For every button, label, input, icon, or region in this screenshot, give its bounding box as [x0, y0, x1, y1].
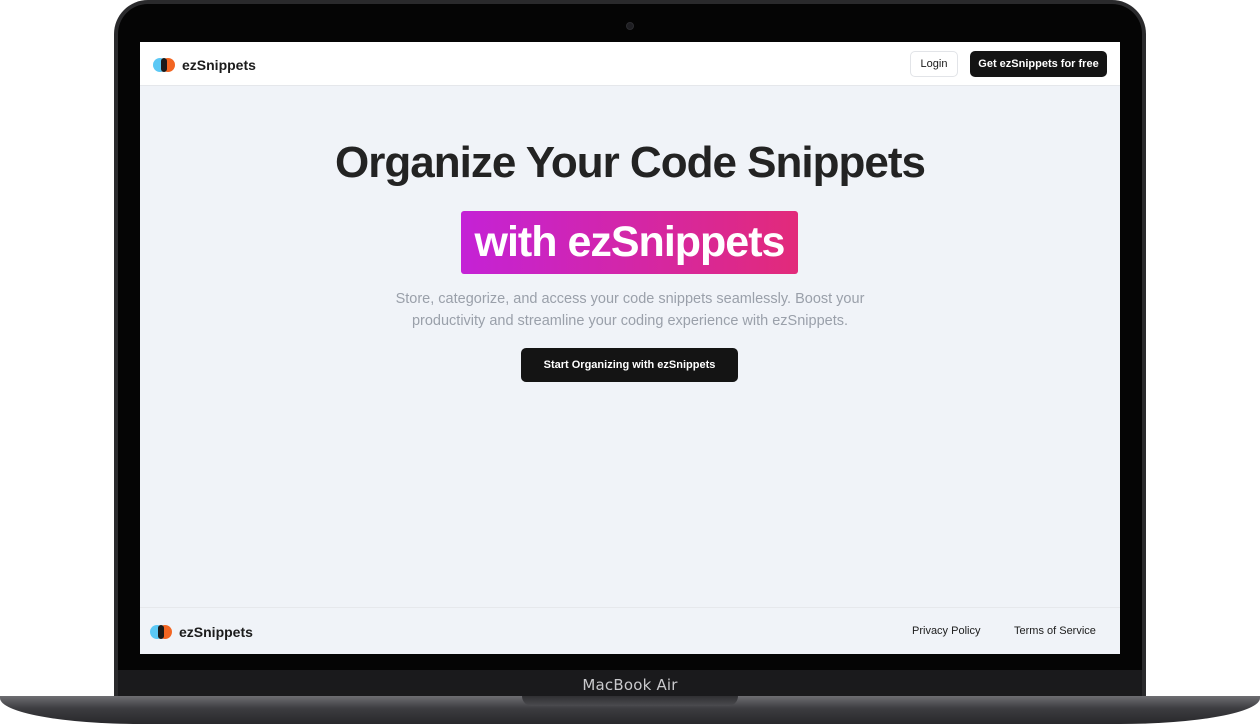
camera-icon	[626, 22, 634, 30]
header-logo[interactable]: ezSnippets	[153, 57, 256, 73]
top-navigation: ezSnippets Login Get ezSnippets for free	[140, 42, 1120, 86]
hero-subtitle: Store, categorize, and access your code …	[395, 291, 865, 329]
hero-title: Organize Your Code Snippets	[335, 138, 926, 187]
page-footer: ezSnippets Privacy Policy Terms of Servi…	[140, 607, 1120, 654]
terms-of-service-link[interactable]: Terms of Service	[1014, 625, 1096, 637]
header-brand-name: ezSnippets	[182, 57, 256, 73]
ezsnippets-logo-icon	[153, 58, 175, 72]
device-model-label: MacBook Air	[582, 676, 678, 694]
login-button[interactable]: Login	[910, 51, 958, 77]
get-started-button[interactable]: Get ezSnippets for free	[970, 51, 1107, 77]
footer-brand-name: ezSnippets	[179, 624, 253, 640]
hero-highlight: with ezSnippets	[461, 211, 798, 274]
footer-logo[interactable]: ezSnippets	[150, 624, 253, 640]
ezsnippets-logo-icon	[150, 625, 172, 639]
start-organizing-button[interactable]: Start Organizing with ezSnippets	[521, 348, 738, 382]
laptop-hinge-notch	[522, 696, 738, 706]
browser-screen: ezSnippets Login Get ezSnippets for free…	[140, 42, 1120, 654]
privacy-policy-link[interactable]: Privacy Policy	[912, 625, 980, 637]
